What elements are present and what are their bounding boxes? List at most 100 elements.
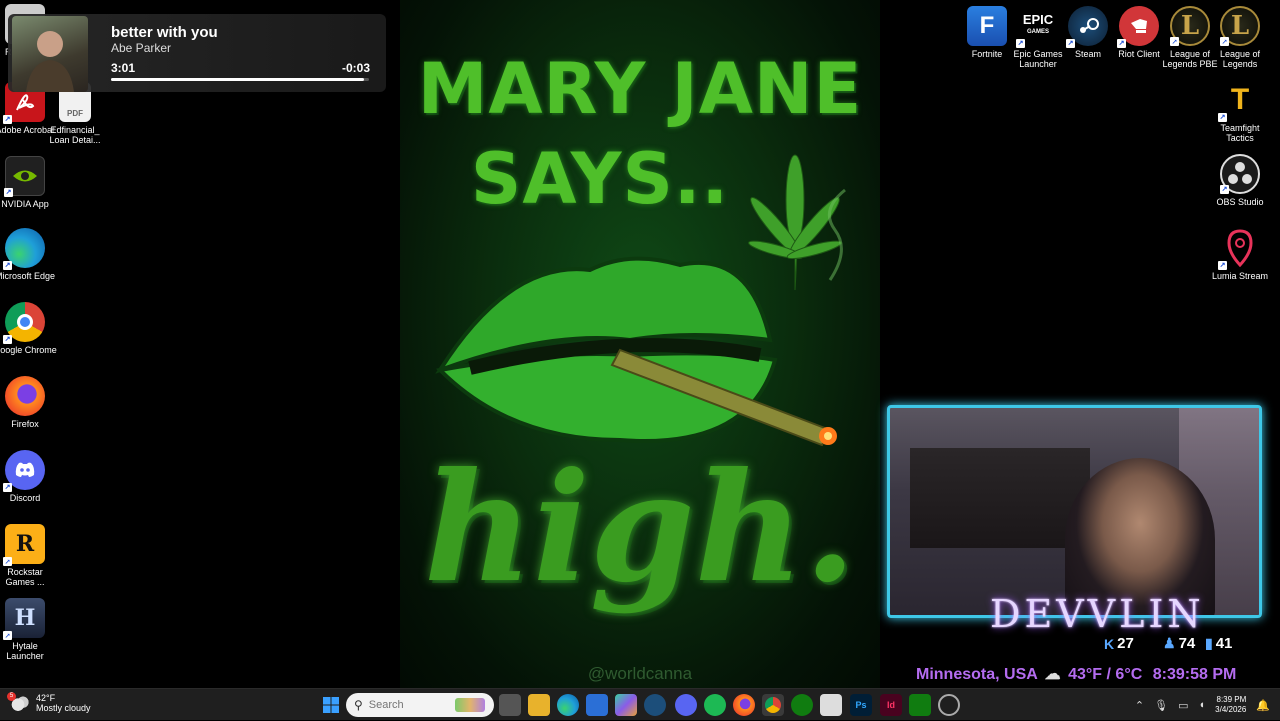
shortcut-arrow-icon: ↗ bbox=[1117, 39, 1126, 48]
chrome-icon bbox=[765, 697, 781, 713]
shortcut-arrow-icon: ↗ bbox=[3, 115, 12, 124]
desktop-icon-label: Edfinancial_ Loan Detai... bbox=[49, 125, 101, 145]
wallpaper-script-text: high. bbox=[423, 440, 857, 616]
chrome-taskbar-button[interactable] bbox=[762, 694, 784, 716]
volume-icon[interactable]: ◖ bbox=[1199, 699, 1206, 711]
epic-glyph: EPIC bbox=[1022, 12, 1054, 27]
desktop-icon-hytale[interactable]: H ↗ Hytale Launcher bbox=[0, 598, 57, 661]
microsoft-store-icon[interactable] bbox=[586, 694, 608, 716]
clock-date: 3/4/2026 bbox=[1215, 705, 1247, 714]
shortcut-arrow-icon: ↗ bbox=[4, 188, 13, 197]
taskbar-weather-widget[interactable]: 5 42°F Mostly cloudy bbox=[7, 692, 91, 713]
shortcut-arrow-icon: ↗ bbox=[1220, 37, 1229, 46]
search-input[interactable] bbox=[368, 699, 449, 711]
desktop-icon-firefox[interactable]: Firefox bbox=[0, 376, 57, 429]
cloud-icon: ☁ bbox=[1044, 666, 1061, 683]
desktop-icon-obs[interactable]: ↗ OBS Studio bbox=[1208, 154, 1272, 207]
settings-icon[interactable] bbox=[938, 694, 960, 716]
stat-bars: ▮ 41 bbox=[1205, 635, 1232, 652]
track-remaining: -0:03 bbox=[341, 61, 370, 75]
stream-location: Minnesota, USA bbox=[916, 666, 1038, 683]
track-artist: Abe Parker bbox=[111, 41, 172, 55]
desktop-icon-label: Microsoft Edge bbox=[0, 271, 56, 281]
photoshop-icon[interactable]: Ps bbox=[850, 694, 872, 716]
shortcut-arrow-icon: ↗ bbox=[1218, 113, 1227, 122]
wallpaper-line1: MARY JANE bbox=[417, 48, 863, 130]
now-playing-overlay: better with you Abe Parker 3:01 -0:03 bbox=[8, 14, 386, 92]
shortcut-arrow-icon: ↗ bbox=[3, 483, 12, 492]
stat-kick-value: 27 bbox=[1117, 635, 1134, 652]
stat-kick: K 27 bbox=[1104, 635, 1134, 652]
shortcut-arrow-icon: ↗ bbox=[1170, 37, 1179, 46]
desktop-icon-discord[interactable]: ↗ Discord bbox=[0, 450, 57, 503]
nvidia-icon: ↗ bbox=[4, 156, 45, 197]
fortnite-icon: F bbox=[967, 6, 1007, 46]
desktop-icon-label: Riot Client bbox=[1118, 49, 1160, 59]
desktop-icon-label: Hytale Launcher bbox=[6, 641, 44, 661]
microphone-icon[interactable]: 🎙 bbox=[1154, 699, 1168, 712]
stat-followers-value: 74 bbox=[1178, 635, 1196, 652]
desktop: MARY JANE SAYS.. high. @worldcanna ↗ Ado… bbox=[0, 0, 1280, 688]
obs-icon: ↗ bbox=[1220, 154, 1260, 194]
network-icon[interactable]: ▭ bbox=[1178, 699, 1188, 712]
follower-icon: ♟ bbox=[1163, 635, 1176, 651]
hytale-glyph: H bbox=[14, 605, 36, 631]
desktop-icon-label: Firefox bbox=[11, 419, 39, 429]
album-art bbox=[12, 16, 88, 92]
xbox-app-icon[interactable] bbox=[909, 694, 931, 716]
steam-icon[interactable] bbox=[644, 694, 666, 716]
shortcut-arrow-icon: ↗ bbox=[3, 557, 12, 566]
desktop-icon-league[interactable]: L ↗ League of Legends bbox=[1208, 6, 1272, 69]
desktop-icon-teamfight-tactics[interactable]: T ↗ Teamfight Tactics bbox=[1208, 80, 1272, 143]
desktop-icon-lumia[interactable]: ↗ Lumia Stream bbox=[1208, 228, 1272, 281]
indesign-icon[interactable]: Id bbox=[880, 694, 902, 716]
tft-icon: T ↗ bbox=[1218, 80, 1260, 122]
lips-illustration bbox=[435, 256, 837, 447]
shortcut-arrow-icon: ↗ bbox=[3, 631, 12, 640]
league-glyph: L bbox=[1230, 11, 1250, 41]
desktop-icon-label: Lumia Stream bbox=[1211, 271, 1269, 281]
pdf-badge: PDF bbox=[67, 109, 83, 118]
track-progress-fill bbox=[111, 78, 364, 81]
shortcut-arrow-icon: ↗ bbox=[1218, 261, 1227, 270]
stream-weather: 43°F / 6°C bbox=[1068, 666, 1143, 683]
discord-icon: ↗ bbox=[3, 450, 45, 492]
rockstar-icon: R ↗ bbox=[3, 524, 45, 566]
taskbar-clock[interactable]: 8:39 PM 3/4/2026 bbox=[1215, 695, 1246, 715]
track-title: better with you bbox=[111, 24, 218, 41]
search-highlight-icon bbox=[454, 698, 485, 712]
start-button[interactable] bbox=[320, 694, 342, 716]
stream-time: 8:39:58 PM bbox=[1152, 666, 1237, 683]
search-icon: ⚲ bbox=[354, 698, 363, 712]
firefox-icon[interactable] bbox=[733, 694, 755, 716]
desktop-icon-rockstar[interactable]: R ↗ Rockstar Games ... bbox=[0, 524, 57, 587]
steam-icon: ↗ bbox=[1066, 6, 1108, 48]
notification-bell-icon[interactable]: 🔔 bbox=[1256, 699, 1270, 712]
fortnite-glyph: F bbox=[979, 12, 995, 39]
desktop-icon-label: Google Chrome bbox=[0, 345, 57, 355]
desktop-icon-label: Fortnite bbox=[971, 49, 1003, 59]
windows-icon bbox=[323, 697, 339, 713]
task-view-icon[interactable] bbox=[499, 694, 521, 716]
spotify-icon[interactable] bbox=[704, 694, 726, 716]
weather-badge: 5 bbox=[7, 692, 16, 701]
epic-games-icon: EPIC GAMES ↗ bbox=[1016, 6, 1058, 48]
file-explorer-icon[interactable] bbox=[528, 694, 550, 716]
snipping-tool-icon[interactable] bbox=[820, 694, 842, 716]
shortcut-arrow-icon: ↗ bbox=[1220, 185, 1229, 194]
desktop-icon-label: OBS Studio bbox=[1216, 197, 1264, 207]
edge-icon[interactable] bbox=[557, 694, 579, 716]
wallpaper: MARY JANE SAYS.. high. @worldcanna bbox=[400, 0, 880, 688]
desktop-icon-edge[interactable]: ↗ Microsoft Edge bbox=[0, 228, 57, 281]
taskbar-search[interactable]: ⚲ bbox=[346, 693, 494, 717]
weather-desc: Mostly cloudy bbox=[36, 703, 91, 713]
discord-icon[interactable] bbox=[675, 694, 697, 716]
firefox-icon bbox=[5, 376, 45, 416]
xbox-icon[interactable] bbox=[791, 694, 813, 716]
desktop-icon-nvidia[interactable]: ↗ NVIDIA App bbox=[0, 156, 57, 209]
desktop-icon-chrome[interactable]: ↗ Google Chrome bbox=[0, 302, 57, 355]
chevron-up-icon[interactable]: ⌃ bbox=[1135, 699, 1144, 712]
edge-icon: ↗ bbox=[3, 228, 45, 270]
copilot-icon[interactable] bbox=[615, 694, 637, 716]
stream-location-bar: Minnesota, USA ☁ 43°F / 6°C 8:39:58 PM bbox=[916, 664, 1236, 684]
